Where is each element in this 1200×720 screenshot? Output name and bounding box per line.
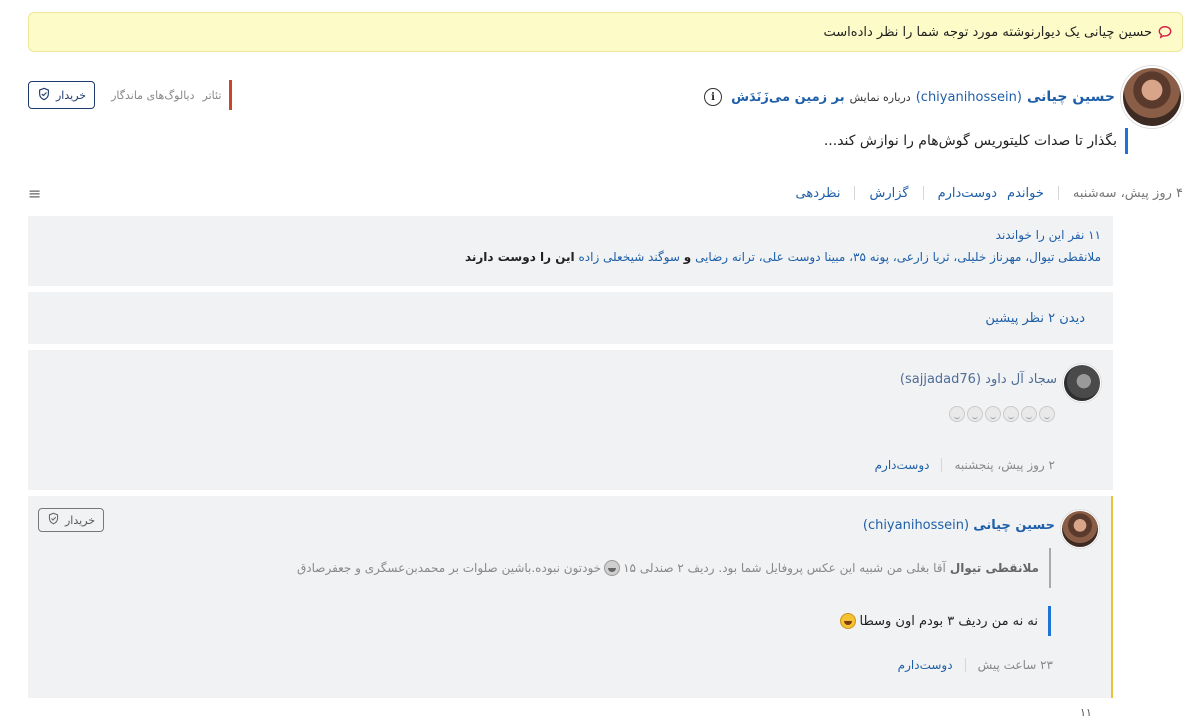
category-bar <box>229 80 233 110</box>
post-quote: بگذار تا صدات کلیتوریس گوش‌هام را نوازش … <box>824 128 1128 154</box>
avatar[interactable] <box>1063 364 1101 402</box>
like-button[interactable]: دوست‌دارم <box>938 186 997 201</box>
comment-button[interactable]: نظردهی <box>796 186 841 201</box>
readers-box: ۱۱ نفر این را خواندند ملانقطی تیوال، مهر… <box>28 216 1113 286</box>
avatar[interactable] <box>1121 66 1183 128</box>
comment-reply: نه نه من ردیف ۳ بودم اون وسطا <box>837 606 1051 636</box>
smile-emoji-icon <box>949 406 965 422</box>
comment-like-button[interactable]: دوست‌دارم <box>875 458 930 472</box>
comment-highlighted: حسین چیانی (chiyanihossein) خریدار ملانق… <box>28 496 1113 698</box>
report-button[interactable]: گزارش <box>869 186 908 201</box>
category-theater[interactable]: تئاتر <box>203 89 222 102</box>
avatar[interactable] <box>1061 510 1099 548</box>
quoted-text-a: آقا بغلی من شبیه این عکس پروفایل شما بود… <box>623 561 946 575</box>
comment-buyer-badge: خریدار <box>38 508 112 532</box>
comment-actions: ۲ روز پیش، پنجشنبه دوست‌دارم <box>875 458 1055 472</box>
divider <box>854 186 856 200</box>
menu-icon[interactable]: ≡ <box>28 184 41 203</box>
reply-text: نه نه من ردیف ۳ بودم اون وسطا <box>859 613 1038 629</box>
category-dialogues[interactable]: دیالوگ‌های ماندگار <box>111 89 194 102</box>
view-previous-comments[interactable]: دیدن ۲ نظر پیشین <box>28 292 1113 344</box>
read-button[interactable]: خواندم <box>1007 186 1044 201</box>
quoted-comment: ملانقطی تیوال آقا بغلی من شبیه این عکس پ… <box>297 548 1051 588</box>
show-title[interactable]: بر زمین می‌زَنَدَش <box>731 90 845 105</box>
post-actions: ۴ روز پیش، سه‌شنبه خواندم دوست‌دارم گزار… <box>28 182 1183 204</box>
divider <box>941 458 943 472</box>
comment-author-name[interactable]: حسین چیانی <box>973 518 1055 533</box>
info-icon[interactable]: i <box>704 88 723 106</box>
laugh-emoji-icon <box>840 613 857 629</box>
comment-author: سجاد آل داود (sajjadad76) <box>900 372 1057 387</box>
emoji-row <box>949 406 1055 422</box>
buyer-badge: خریدار <box>28 81 96 109</box>
post-time: ۴ روز پیش، سه‌شنبه <box>1072 185 1183 201</box>
comment-actions: ۲۳ ساعت پیش دوست‌دارم <box>898 658 1053 672</box>
smile-emoji-icon <box>1021 406 1037 422</box>
about-text: درباره نمایش <box>849 90 911 104</box>
buyer-badge: خریدار <box>38 508 105 532</box>
notification-text: حسین چیانی یک دیوارنوشته مورد توجه شما ر… <box>823 24 1152 40</box>
readers-count[interactable]: ۱۱ نفر این را خواندند <box>28 228 1101 242</box>
likers-suffix: این را دوست دارند <box>464 250 575 264</box>
author-line: حسین چیانی (chiyanihossein) درباره نمایش… <box>704 88 1115 106</box>
shield-check-icon <box>37 87 51 104</box>
buyer-label: خریدار <box>65 513 96 527</box>
laugh-emoji-icon <box>604 560 621 576</box>
comment-author-name[interactable]: سجاد آل داود <box>985 372 1057 387</box>
buyer-label: خریدار <box>56 88 87 102</box>
comment-author: حسین چیانی (chiyanihossein) <box>863 518 1055 533</box>
author-name[interactable]: حسین چیانی <box>1027 89 1115 105</box>
divider <box>1057 186 1059 200</box>
footer-number: ۱۱ <box>1080 706 1092 719</box>
shield-check-icon <box>47 512 60 528</box>
post-tags: تئاتر دیالوگ‌های ماندگار خریدار <box>28 80 233 110</box>
author-username[interactable]: (chiyanihossein) <box>916 90 1022 105</box>
comment-like-button[interactable]: دوست‌دارم <box>898 658 953 672</box>
smile-emoji-icon <box>1003 406 1019 422</box>
likers-names[interactable]: ملانقطی تیوال، مهرناز خلیلی، ثریا زارعی،… <box>695 250 1101 264</box>
divider <box>922 186 924 200</box>
notification-banner[interactable]: حسین چیانی یک دیوارنوشته مورد توجه شما ر… <box>28 12 1183 52</box>
comment-author-username[interactable]: (chiyanihossein) <box>863 518 969 533</box>
comment: سجاد آل داود (sajjadad76) ۲ روز پیش، پنج… <box>28 350 1113 490</box>
likers-last[interactable]: سوگند شیخعلی زاده <box>578 250 679 264</box>
comment-time: ۲ روز پیش، پنجشنبه <box>954 458 1055 472</box>
quoted-author[interactable]: ملانقطی تیوال <box>950 561 1039 575</box>
quoted-text-b: خودتون نبوده.باشین صلوات بر محمدبن‌عسگری… <box>296 561 602 575</box>
comment-icon <box>1158 25 1172 39</box>
divider <box>964 658 966 672</box>
post-header: حسین چیانی (chiyanihossein) درباره نمایش… <box>28 66 1183 128</box>
smile-emoji-icon <box>985 406 1001 422</box>
likers-and: و <box>683 250 692 264</box>
comment-time: ۲۳ ساعت پیش <box>977 658 1053 672</box>
likers-line: ملانقطی تیوال، مهرناز خلیلی، ثریا زارعی،… <box>28 250 1101 264</box>
smile-emoji-icon <box>967 406 983 422</box>
comment-author-username[interactable]: (sajjadad76) <box>900 372 981 387</box>
smile-emoji-icon <box>1039 406 1055 422</box>
